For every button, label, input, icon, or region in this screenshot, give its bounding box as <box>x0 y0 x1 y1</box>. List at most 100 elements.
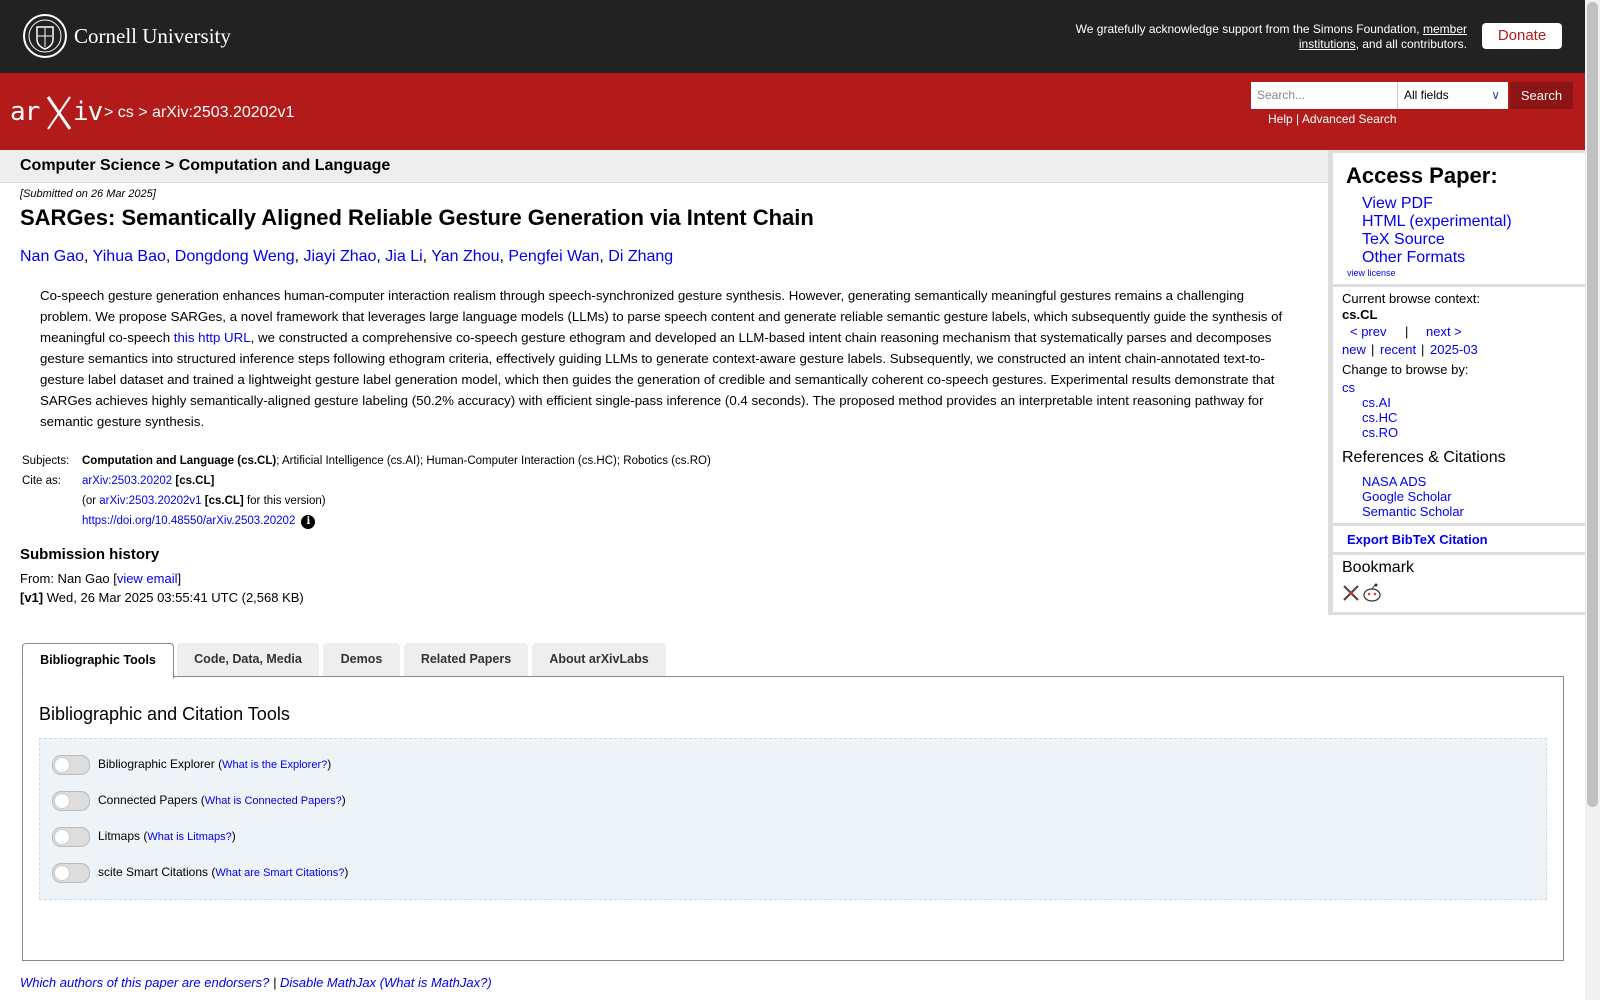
scrollbar-thumb[interactable] <box>1587 2 1598 807</box>
toggle-knob <box>54 865 70 881</box>
submitter: From: Nan Gao [view email] <box>20 571 182 586</box>
tab-panel: Bibliographic and Citation Tools Bibliog… <box>22 676 1564 961</box>
tools-heading: Bibliographic and Citation Tools <box>39 704 290 724</box>
bookmark-heading: Bookmark <box>1342 559 1415 576</box>
change-browse-label: Change to browse by: <box>1342 362 1469 377</box>
tool-help-link[interactable]: What are Smart Citations? <box>215 867 344 879</box>
help-link[interactable]: Help <box>1268 112 1293 126</box>
nasa-ads-link[interactable]: NASA ADS <box>1362 474 1426 489</box>
advanced-search-link[interactable]: Advanced Search <box>1302 112 1397 126</box>
paper-title: SARGes: Semantically Aligned Reliable Ge… <box>20 205 814 230</box>
tab-demos[interactable]: Demos <box>323 643 400 676</box>
reddit-icon[interactable] <box>1362 583 1382 603</box>
cornell-wordmark[interactable]: Cornell University <box>74 24 231 49</box>
connected-papers-toggle[interactable] <box>52 791 90 811</box>
search-help-links: Help | Advanced Search <box>1268 112 1397 126</box>
tab-code-data-media[interactable]: Code, Data, Media <box>177 643 319 676</box>
submission-date: [Submitted on 26 Mar 2025] <box>20 188 156 200</box>
what-is-mathjax-link[interactable]: (What is MathJax?) <box>380 975 492 990</box>
cite-id-link[interactable]: arXiv:2503.20202 <box>82 475 172 487</box>
tools-list: Bibliographic Explorer (What is the Expl… <box>39 738 1547 900</box>
other-formats-link[interactable]: Other Formats <box>1362 249 1465 267</box>
arxiv-logo[interactable]: ar iv <box>10 93 102 133</box>
semantic-scholar-link[interactable]: Semantic Scholar <box>1362 504 1464 519</box>
view-pdf-link[interactable]: View PDF <box>1362 195 1433 213</box>
toggle-knob <box>54 793 70 809</box>
browse-context-value: cs.CL <box>1342 307 1378 322</box>
browse-cs-ro-link[interactable]: cs.RO <box>1362 425 1398 440</box>
submission-history-heading: Submission history <box>20 546 160 563</box>
cite-version-link[interactable]: arXiv:2503.20202v1 <box>99 495 201 507</box>
donate-button[interactable]: Donate <box>1482 23 1562 49</box>
scite-toggle[interactable] <box>52 863 90 883</box>
tool-help-link[interactable]: What is Litmaps? <box>147 831 231 843</box>
author-link[interactable]: Nan Gao <box>20 248 84 265</box>
info-icon[interactable]: i <box>301 515 316 529</box>
doi-link[interactable]: https://doi.org/10.48550/arXiv.2503.2020… <box>82 515 295 527</box>
tab-about-arxivlabs[interactable]: About arXivLabs <box>532 643 666 676</box>
view-email-link[interactable]: view email <box>117 571 178 586</box>
bibsonomy-icon[interactable] <box>1342 584 1360 602</box>
browse-cs-link[interactable]: cs <box>1342 380 1355 395</box>
next-link[interactable]: next > <box>1426 324 1462 339</box>
support-notice: We gratefully acknowledge support from t… <box>1075 22 1467 51</box>
subject-breadcrumb: Computer Science > Computation and Langu… <box>20 157 391 174</box>
author-link[interactable]: Jia Li <box>385 248 422 265</box>
access-paper-heading: Access Paper: <box>1346 163 1498 188</box>
footer-links: Which authors of this paper are endorser… <box>20 975 492 990</box>
search-field-select[interactable]: All fields ∨ <box>1397 82 1508 109</box>
tool-help-link[interactable]: What is Connected Papers? <box>205 795 342 807</box>
arxiv-header: ar iv > cs > arXiv:2503.20202v1 Search..… <box>0 73 1585 150</box>
tab-bibliographic-tools[interactable]: Bibliographic Tools <box>22 643 174 679</box>
tool-label: Litmaps <box>98 829 141 843</box>
subjects-label: Subjects: <box>22 455 70 467</box>
sidebar: Access Paper: View PDF HTML (experimenta… <box>1328 150 1585 615</box>
disable-mathjax-link[interactable]: Disable MathJax <box>280 975 376 990</box>
subject-header: Computer Science > Computation and Langu… <box>0 150 1328 183</box>
breadcrumb[interactable]: > cs > arXiv:2503.20202v1 <box>104 104 294 122</box>
tool-label: scite Smart Citations <box>98 865 209 879</box>
export-bibtex-link[interactable]: Export BibTeX Citation <box>1347 532 1488 547</box>
top-bar: Cornell University We gratefully acknowl… <box>0 0 1585 73</box>
abstract: Co-speech gesture generation enhances hu… <box>40 288 1283 429</box>
author-link[interactable]: Pengfei Wan <box>508 248 599 265</box>
search-button[interactable]: Search <box>1510 82 1573 109</box>
month-link[interactable]: 2025-03 <box>1430 342 1478 357</box>
explorer-toggle[interactable] <box>52 755 90 775</box>
cornell-seal-logo[interactable] <box>22 13 68 59</box>
google-scholar-link[interactable]: Google Scholar <box>1362 489 1452 504</box>
secondary-subjects: ; Artificial Intelligence (cs.AI); Human… <box>276 455 711 467</box>
page-scrollbar[interactable] <box>1585 0 1600 1000</box>
recent-link[interactable]: recent <box>1380 342 1416 357</box>
prev-link[interactable]: < prev <box>1350 324 1387 339</box>
browse-cs-ai-link[interactable]: cs.AI <box>1362 395 1391 410</box>
search-input[interactable]: Search... <box>1251 82 1397 109</box>
endorsers-link[interactable]: Which authors of this paper are endorser… <box>20 975 269 990</box>
browse-context-panel: Current browse context: cs.CL < prev | n… <box>1333 287 1585 452</box>
toggle-knob <box>54 829 70 845</box>
tool-help-link[interactable]: What is the Explorer? <box>222 759 327 771</box>
tool-label: Bibliographic Explorer <box>98 757 215 771</box>
version-entry: [v1] Wed, 26 Mar 2025 03:55:41 UTC (2,56… <box>20 590 304 605</box>
references-box: References & Citations NASA ADS Google S… <box>1333 445 1585 523</box>
export-box: Export BibTeX Citation <box>1333 526 1585 552</box>
author-link[interactable]: Dongdong Weng <box>175 248 295 265</box>
abstract-url-link[interactable]: this http URL <box>174 330 251 345</box>
author-list: Nan Gao, Yihua Bao, Dongdong Weng, Jiayi… <box>20 248 674 265</box>
author-link[interactable]: Jiayi Zhao <box>303 248 376 265</box>
author-link[interactable]: Yan Zhou <box>431 248 499 265</box>
litmaps-toggle[interactable] <box>52 827 90 847</box>
cite-label: Cite as: <box>22 475 61 487</box>
new-link[interactable]: new <box>1342 342 1366 357</box>
tex-source-link[interactable]: TeX Source <box>1362 231 1445 249</box>
bookmark-box: Bookmark <box>1333 555 1585 612</box>
author-link[interactable]: Yihua Bao <box>93 248 166 265</box>
references-heading: References & Citations <box>1342 449 1506 466</box>
tab-related-papers[interactable]: Related Papers <box>404 643 528 676</box>
html-link[interactable]: HTML (experimental) <box>1362 213 1512 231</box>
browse-context-label: Current browse context: <box>1342 291 1481 306</box>
author-link[interactable]: Di Zhang <box>608 248 673 265</box>
browse-cs-hc-link[interactable]: cs.HC <box>1362 410 1397 425</box>
view-license-link[interactable]: view license <box>1347 268 1396 278</box>
tool-label: Connected Papers <box>98 793 198 807</box>
